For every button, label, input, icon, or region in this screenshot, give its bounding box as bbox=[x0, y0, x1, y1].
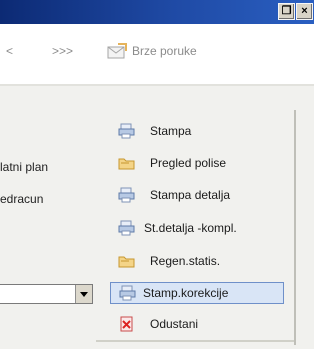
left-label-racun: edracun bbox=[0, 192, 44, 206]
menu-item-regen-statis[interactable]: Regen.statis. bbox=[110, 251, 282, 271]
menu-item-label: Pregled polise bbox=[150, 156, 227, 170]
printer-icon bbox=[119, 285, 136, 301]
printer-icon bbox=[118, 220, 135, 236]
folder-icon bbox=[118, 158, 135, 170]
messages-button[interactable]: Brze poruke bbox=[102, 38, 222, 64]
menu-item-label: Stampa detalja bbox=[150, 188, 231, 202]
folder-icon bbox=[118, 256, 135, 268]
menu-item-stampa-detalja[interactable]: Stampa detalja bbox=[110, 185, 282, 205]
menu-item-odustani[interactable]: Odustani bbox=[110, 314, 282, 334]
menu-item-label: St.detalja -kompl. bbox=[144, 221, 237, 235]
chevron-down-icon bbox=[80, 291, 88, 297]
nav-forward-button[interactable]: >>> bbox=[52, 44, 73, 58]
menu-item-label: Regen.statis. bbox=[150, 254, 221, 268]
nav-back-button[interactable]: < bbox=[6, 44, 13, 58]
panel-bottom-border bbox=[96, 340, 294, 342]
cancel-icon bbox=[120, 316, 133, 332]
restore-button[interactable]: ❒ bbox=[278, 3, 295, 20]
printer-icon bbox=[118, 187, 135, 203]
toolbar: < >>> Brze poruke bbox=[0, 24, 314, 84]
close-icon: × bbox=[301, 5, 308, 17]
panel-divider bbox=[0, 84, 314, 86]
menu-item-stampa[interactable]: Stampa bbox=[110, 121, 282, 141]
panel-right-border bbox=[294, 110, 296, 345]
menu-item-label: Stampa bbox=[150, 124, 192, 138]
messages-label: Brze poruke bbox=[132, 44, 197, 58]
envelope-icon bbox=[107, 43, 127, 59]
menu-item-pregled-polise[interactable]: Pregled polise bbox=[110, 153, 282, 173]
restore-icon: ❒ bbox=[281, 5, 292, 17]
window-title-bar: ❒ × bbox=[0, 0, 314, 24]
dropdown-select[interactable] bbox=[0, 284, 93, 304]
dropdown-button[interactable] bbox=[75, 285, 92, 303]
menu-item-stamp-korekcije[interactable]: Stamp.korekcije bbox=[110, 282, 284, 304]
left-label-plan: latni plan bbox=[0, 160, 49, 174]
menu-item-label: Stamp.korekcije bbox=[143, 286, 229, 300]
close-button[interactable]: × bbox=[296, 3, 313, 20]
menu-item-stampa-detalja-kompl[interactable]: St.detalja -kompl. bbox=[110, 218, 282, 238]
printer-icon bbox=[118, 123, 135, 139]
menu-item-label: Odustani bbox=[150, 317, 199, 331]
